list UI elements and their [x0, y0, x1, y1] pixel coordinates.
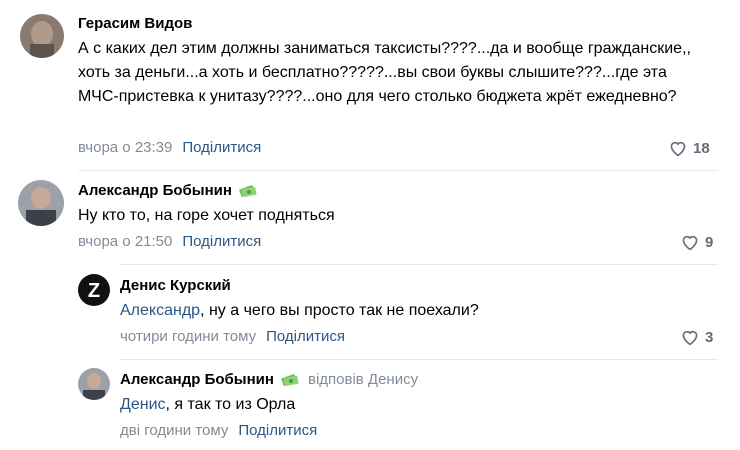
heart-icon: [682, 330, 698, 346]
comment-time[interactable]: дві години тому: [120, 422, 228, 439]
avatar[interactable]: [78, 368, 110, 400]
mention-link[interactable]: Александр: [120, 302, 200, 319]
like-count: 9: [705, 233, 714, 251]
comment-meta: дві години тому Поділитися: [120, 422, 317, 439]
reply-text: , я так то из Орла: [165, 396, 296, 413]
comment-text: А с каких дел этим должны заниматься так…: [78, 40, 691, 105]
divider: [78, 170, 718, 171]
mention-link[interactable]: Денис: [120, 396, 166, 413]
comment-meta: чотири години тому Поділитися: [120, 328, 345, 345]
like-button[interactable]: 3: [680, 328, 713, 346]
comment-author[interactable]: Александр Бобынин: [120, 371, 274, 388]
comment-text: Александр, ну а чего вы просто так не по…: [120, 299, 710, 323]
comment-time[interactable]: вчора о 21:50: [78, 233, 172, 250]
divider: [120, 359, 718, 360]
money-icon: [280, 372, 300, 388]
comment-text: Денис, я так то из Орла: [120, 393, 710, 417]
like-count: 3: [705, 328, 714, 346]
like-button[interactable]: 9: [680, 233, 713, 251]
author-row: Александр Бобынин відповів Денису: [120, 371, 418, 388]
comment-author[interactable]: Герасим Видов: [78, 15, 192, 32]
reply-text: , ну а чего вы просто так не поехали?: [200, 302, 479, 319]
avatar-letter: Z: [88, 280, 100, 302]
comment-time[interactable]: чотири години тому: [120, 328, 256, 345]
comment-author[interactable]: Александр Бобынин: [78, 182, 232, 199]
avatar[interactable]: [20, 14, 64, 58]
heart-icon: [682, 235, 698, 251]
divider: [120, 264, 718, 265]
share-button[interactable]: Поділитися: [182, 233, 261, 250]
money-icon: [238, 183, 258, 199]
share-button[interactable]: Поділитися: [266, 328, 345, 345]
share-button[interactable]: Поділитися: [238, 422, 317, 439]
share-button[interactable]: Поділитися: [182, 139, 261, 156]
avatar[interactable]: Z: [78, 274, 110, 306]
avatar[interactable]: [18, 180, 64, 226]
like-count: 18: [693, 139, 710, 157]
author-row: Александр Бобынин: [78, 182, 258, 199]
comment-meta: вчора о 23:39 Поділитися: [78, 139, 261, 156]
comment-author[interactable]: Денис Курский: [120, 277, 231, 294]
like-button[interactable]: 18: [668, 139, 710, 157]
comment-meta: вчора о 21:50 Поділитися: [78, 233, 261, 250]
heart-icon: [670, 141, 686, 157]
comment-time[interactable]: вчора о 23:39: [78, 139, 172, 156]
replied-to-link[interactable]: відповів Денису: [308, 371, 418, 388]
comment-text: Ну кто то, на горе хочет подняться: [78, 207, 335, 224]
